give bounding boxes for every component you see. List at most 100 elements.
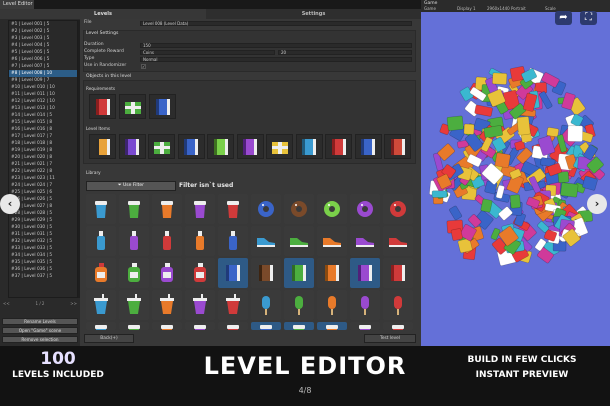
type-dropdown[interactable]: Normal [140,57,412,62]
level-item[interactable] [148,134,175,159]
level-list-item[interactable]: #15 | Level 015 | 8 [9,119,77,126]
level-item[interactable] [118,134,146,159]
level-list-item[interactable]: #5 | Level 005 | 5 [9,49,77,56]
library-item[interactable] [383,258,413,288]
level-list-item[interactable]: #4 | Level 004 | 5 [9,42,77,49]
library-item[interactable] [152,290,182,320]
tab-levels[interactable]: Levels [0,9,206,19]
library-item[interactable] [86,194,116,224]
level-list-item[interactable]: #18 | Level 018 | 8 [9,140,77,147]
library-item[interactable] [284,226,314,256]
library-item[interactable] [152,258,182,288]
library-item[interactable] [119,226,149,256]
scale-slider[interactable]: Scale [545,6,556,11]
level-list-item[interactable]: #21 | Level 021 | 7 [9,161,77,168]
level-item[interactable] [266,134,293,159]
rename-levels-button[interactable]: Rename Levels [2,318,78,325]
level-list-item[interactable]: #12 | Level 012 | 10 [9,98,77,105]
library-item[interactable] [251,258,281,288]
level-list-item[interactable]: #24 | Level 024 | 7 [9,182,77,189]
game-tab-dropdown[interactable]: Game [424,6,436,11]
remove-selection-button[interactable]: Remove selection [2,336,78,343]
level-list-item[interactable]: #3 | Level 003 | 5 [9,35,77,42]
level-list-item[interactable]: #1 | Level 001 | 5 [9,21,77,28]
library-item[interactable] [218,258,248,288]
level-list-item[interactable]: #19 | Level 019 | 8 [9,147,77,154]
library-item[interactable] [284,322,314,330]
reward-value-input[interactable]: 20 [278,50,412,55]
level-item[interactable] [207,134,234,159]
requirement-item[interactable] [149,94,176,119]
library-item[interactable] [383,194,413,224]
library-item[interactable] [218,194,248,224]
window-title-tab[interactable]: Level Editor [0,0,34,9]
library-item[interactable] [86,258,116,288]
library-item[interactable] [218,322,248,330]
level-list-item[interactable]: #9 | Level 009 | 7 [9,77,77,84]
library-item[interactable] [317,226,347,256]
library-item[interactable] [119,290,149,320]
library-item[interactable] [86,226,116,256]
library-item[interactable] [152,226,182,256]
library-item[interactable] [350,290,380,320]
library-item[interactable] [350,322,380,330]
library-item[interactable] [251,194,281,224]
use-in-randomizer-checkbox[interactable]: ✓ [141,64,146,69]
tab-settings[interactable]: Settings [206,9,421,19]
library-item[interactable] [317,290,347,320]
library-item[interactable] [284,290,314,320]
duration-input[interactable]: 150 [140,43,412,48]
level-list-item[interactable]: #14 | Level 014 | 5 [9,112,77,119]
level-item[interactable] [354,134,382,159]
level-list-item[interactable]: #11 | Level 011 | 10 [9,91,77,98]
fullscreen-icon[interactable]: ⛶ [580,11,597,25]
library-item[interactable] [350,258,380,288]
library-item[interactable] [86,290,116,320]
requirement-item[interactable] [119,94,146,119]
level-list-item[interactable]: #10 | Level 010 | 10 [9,84,77,91]
file-field[interactable]: Level 008 (Level Data) [140,21,412,26]
library-item[interactable] [185,226,215,256]
library-item[interactable] [317,194,347,224]
share-icon[interactable]: ➦ [555,11,572,25]
pager-prev[interactable]: << [3,301,10,308]
library-item[interactable] [152,322,182,330]
level-item[interactable] [177,134,205,159]
level-list-item[interactable]: #37 | Level 037 | 5 [9,273,77,280]
library-item[interactable] [86,322,116,330]
level-list-item[interactable]: #28 | Level 028 | 5 [9,210,77,217]
library-item[interactable] [119,194,149,224]
library-item[interactable] [251,290,281,320]
library-item[interactable] [185,290,215,320]
level-list-item[interactable]: #8 | Level 008 | 10 [9,70,77,77]
level-list-item[interactable]: #6 | Level 006 | 5 [9,56,77,63]
library-item[interactable] [317,258,347,288]
level-list-item[interactable]: #7 | Level 007 | 5 [9,63,77,70]
use-filter-button[interactable]: ⏷ Use Filter [86,181,176,191]
library-item[interactable] [350,226,380,256]
library-item[interactable] [185,322,215,330]
open-game-scene-button[interactable]: Open "Game" scene [2,327,78,334]
level-list-item[interactable]: #33 | Level 033 | 5 [9,245,77,252]
library-item[interactable] [284,258,314,288]
level-list-item[interactable]: #20 | Level 020 | 8 [9,154,77,161]
library-item[interactable] [119,322,149,330]
library-item[interactable] [383,322,413,330]
library-item[interactable] [218,226,248,256]
requirement-item[interactable] [89,94,116,119]
resolution-dropdown[interactable]: 2960x1440 Portrait [487,6,526,11]
library-item[interactable] [185,258,215,288]
level-list-item[interactable]: #29 | Level 029 | 5 [9,217,77,224]
level-item[interactable] [236,134,264,159]
library-item[interactable] [251,322,281,330]
level-list-item[interactable]: #13 | Level 013 | 10 [9,105,77,112]
library-item[interactable] [317,322,347,330]
library-item[interactable] [251,226,281,256]
level-list-item[interactable]: #35 | Level 035 | 5 [9,259,77,266]
level-list-item[interactable]: #31 | Level 031 | 5 [9,231,77,238]
library-item[interactable] [383,226,413,256]
back-button[interactable]: Back(+) [84,334,134,343]
carousel-prev-icon[interactable]: ‹ [0,194,20,214]
library-item[interactable] [119,258,149,288]
level-list-item[interactable]: #36 | Level 036 | 5 [9,266,77,273]
